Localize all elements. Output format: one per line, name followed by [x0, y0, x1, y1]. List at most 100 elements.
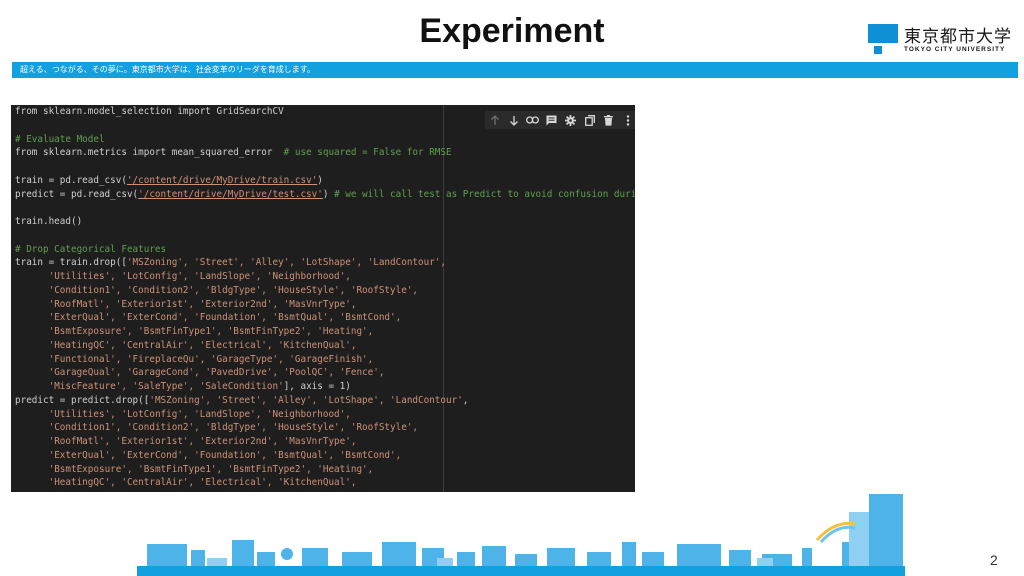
code-editor[interactable]: from sklearn.model_selection import Grid…: [15, 105, 635, 490]
code-token: ], axis = 1): [283, 381, 351, 392]
code-token: train.head(): [15, 216, 83, 227]
arrow-down-icon: [509, 115, 518, 126]
link-button[interactable]: [523, 111, 542, 129]
code-line: 'MiscFeature', 'SaleType', 'SaleConditio…: [15, 380, 635, 394]
code-line: # Evaluate Model: [15, 133, 635, 147]
code-token: 'RoofMatl', 'Exterior1st', 'Exterior2nd'…: [48, 298, 357, 310]
code-token: 'ExterQual', 'ExterCond', 'Foundation', …: [48, 449, 402, 461]
more-icon: [626, 114, 629, 126]
code-line: 'GarageQual', 'GarageCond', 'PavedDrive'…: [15, 366, 635, 380]
mirror-icon: [584, 114, 595, 126]
more-options-button[interactable]: [618, 111, 635, 129]
university-logo: 東京都市大学 TOKYO CITY UNIVERSITY: [868, 24, 1018, 58]
city-skyline-illustration: [137, 494, 905, 576]
code-token: 'Functional', 'FireplaceQu', 'GarageType…: [48, 353, 374, 365]
code-token: 'ExterQual', 'ExterCond', 'Foundation', …: [48, 312, 402, 324]
move-up-button[interactable]: [485, 111, 504, 129]
code-line: 'Condition1', 'Condition2', 'BldgType', …: [15, 284, 635, 298]
code-line: # Drop Categorical Features: [15, 243, 635, 257]
code-token: 'HeatingQC', 'CentralAir', 'Electrical',…: [48, 477, 357, 489]
code-line: predict = predict.drop(['MSZoning', 'Str…: [15, 394, 635, 408]
code-token: train = pd.read_csv(: [15, 174, 127, 186]
code-token: 'Condition1', 'Condition2', 'BldgType', …: [48, 284, 419, 296]
code-line: 'HeatingQC', 'CentralAir', 'Electrical',…: [15, 476, 635, 490]
code-token: 'BsmtExposure', 'BsmtFinType1', 'BsmtFin…: [48, 326, 374, 337]
code-line: 'BsmtExposure', 'BsmtFinType1', 'BsmtFin…: [15, 463, 635, 477]
code-token: '/content/drive/MyDrive/train.csv': [126, 174, 318, 186]
page-number: 2: [990, 552, 998, 568]
code-token: 'RoofMatl', 'Exterior1st', 'Exterior2nd'…: [48, 436, 357, 447]
code-token: from sklearn.model_selection import Grid…: [15, 106, 284, 117]
code-token: 'BsmtExposure', 'BsmtFinType1', 'BsmtFin…: [48, 463, 374, 475]
code-token: from sklearn.metrics import mean_squared…: [15, 147, 284, 159]
code-line: train = train.drop(['MSZoning', 'Street'…: [15, 256, 635, 270]
settings-button[interactable]: [561, 111, 580, 129]
code-line: 'RoofMatl', 'Exterior1st', 'Exterior2nd'…: [15, 298, 635, 312]
logo-name-jp: 東京都市大学: [904, 27, 1012, 47]
code-line: 'Utilities', 'LotConfig', 'LandSlope', '…: [15, 270, 635, 284]
code-token: 'Condition1', 'Condition2', 'BldgType', …: [48, 422, 419, 434]
code-token: predict = predict.drop([: [15, 394, 150, 406]
code-token: 'HeatingQC', 'CentralAir', 'Electrical',…: [48, 339, 357, 351]
code-token: # we will call test as Predict to avoid …: [334, 188, 635, 200]
logo-dot-icon: [874, 46, 882, 54]
code-token: 'MiscFeature', 'SaleType', 'SaleConditio…: [48, 381, 284, 392]
mirror-cell-button[interactable]: [580, 111, 599, 129]
arrow-up-icon: [490, 114, 499, 125]
code-token: ): [317, 174, 323, 186]
code-token: 'MSZoning', 'Street', 'Alley', 'LotShape…: [149, 394, 463, 406]
code-token: ): [322, 188, 335, 200]
code-token: 'Utilities', 'LotConfig', 'LandSlope', '…: [48, 271, 351, 282]
code-line: from sklearn.metrics import mean_squared…: [15, 146, 635, 160]
code-line: predict = pd.read_csv('/content/drive/My…: [15, 188, 635, 202]
code-line: 'Condition1', 'Condition2', 'BldgType', …: [15, 421, 635, 435]
comment-button[interactable]: [542, 111, 561, 129]
code-token: ,: [462, 394, 469, 406]
code-line: 'Functional', 'FireplaceQu', 'GarageType…: [15, 353, 635, 367]
code-token: '/content/drive/MyDrive/test.csv': [138, 188, 323, 200]
move-down-button[interactable]: [504, 111, 523, 129]
code-token: 'GarageQual', 'GarageCond', 'PavedDrive'…: [48, 367, 385, 379]
code-line: 'RoofMatl', 'Exterior1st', 'Exterior2nd'…: [15, 435, 635, 449]
delete-button[interactable]: [599, 111, 618, 129]
code-line: train.head(): [15, 215, 635, 229]
trash-icon: [604, 114, 613, 126]
code-line: 'ExterQual', 'ExterCond', 'Foundation', …: [15, 449, 635, 463]
tagline-text: 超える、つながる、その夢に。東京都市大学は、社会変革のリーダを育成します。: [20, 65, 315, 74]
code-cell[interactable]: from sklearn.model_selection import Grid…: [11, 105, 635, 492]
logo-mark-icon: [868, 24, 898, 43]
code-token: # Drop Categorical Features: [15, 243, 167, 255]
comment-icon: [546, 115, 557, 125]
code-token: train = train.drop([: [15, 257, 127, 269]
link-icon: [526, 116, 539, 124]
cell-toolbar: [485, 111, 635, 129]
code-token: # use squared = False for RMSE: [283, 147, 452, 159]
logo-name-en: TOKYO CITY UNIVERSITY: [904, 46, 1006, 53]
code-token: # Evaluate Model: [15, 133, 105, 145]
code-token: 'MSZoning', 'Street', 'Alley', 'LotShape…: [126, 257, 446, 269]
code-line: 'ExterQual', 'ExterCond', 'Foundation', …: [15, 311, 635, 325]
tagline-band: 超える、つながる、その夢に。東京都市大学は、社会変革のリーダを育成します。: [12, 62, 1018, 78]
code-token: predict = pd.read_csv(: [15, 188, 139, 200]
code-line: 'BsmtExposure', 'BsmtFinType1', 'BsmtFin…: [15, 325, 635, 339]
code-line: 'Utilities', 'LotConfig', 'LandSlope', '…: [15, 408, 635, 422]
gear-icon: [565, 114, 576, 126]
